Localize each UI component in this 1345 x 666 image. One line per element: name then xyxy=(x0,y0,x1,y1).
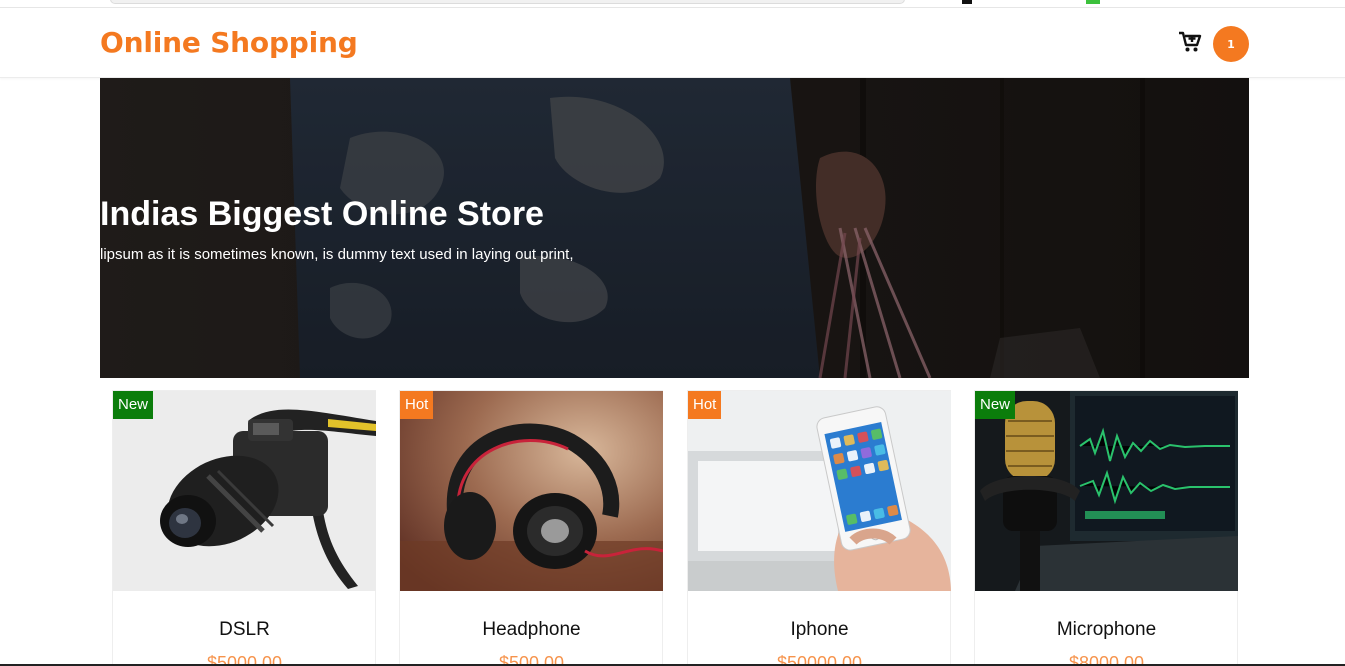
product-image-dslr[interactable] xyxy=(113,391,376,591)
product-card[interactable]: Hot Iphone $50000.00 xyxy=(687,390,951,666)
address-bar-edge xyxy=(110,0,905,4)
product-card[interactable]: New DSLR $5000.00 xyxy=(112,390,376,666)
hero-title: Indias Biggest Online Store xyxy=(100,195,544,233)
toolbar-icon-fragment xyxy=(962,0,972,4)
smartphone-icon xyxy=(688,391,951,591)
product-card[interactable]: New Microphone $8000.00 xyxy=(974,390,1238,666)
hero-banner: Indias Biggest Online Store lipsum as it… xyxy=(100,78,1249,378)
toolbar-icon-fragment xyxy=(1086,0,1100,4)
microphone-icon xyxy=(975,391,1238,591)
product-image-microphone[interactable] xyxy=(975,391,1238,591)
product-image-headphone[interactable] xyxy=(400,391,663,591)
product-name[interactable]: Iphone xyxy=(688,619,951,641)
product-name[interactable]: Microphone xyxy=(975,619,1238,641)
product-badge: New xyxy=(113,391,154,419)
headphone-icon xyxy=(400,391,663,591)
product-image-iphone[interactable] xyxy=(688,391,951,591)
navbar: Online Shopping 1 xyxy=(0,8,1345,78)
product-name[interactable]: DSLR xyxy=(113,619,376,641)
cart-icon[interactable] xyxy=(1178,31,1202,53)
product-badge: Hot xyxy=(400,391,434,419)
cart-count-badge[interactable]: 1 xyxy=(1213,26,1249,62)
camera-icon xyxy=(113,391,376,591)
brand-logo[interactable]: Online Shopping xyxy=(100,26,358,59)
product-name[interactable]: Headphone xyxy=(400,619,663,641)
hero-subtitle: lipsum as it is sometimes known, is dumm… xyxy=(100,246,574,263)
product-card[interactable]: Hot Headphone $500.00 xyxy=(399,390,663,666)
product-badge: Hot xyxy=(688,391,722,419)
product-badge: New xyxy=(975,391,1016,419)
browser-top-strip xyxy=(0,0,1345,8)
